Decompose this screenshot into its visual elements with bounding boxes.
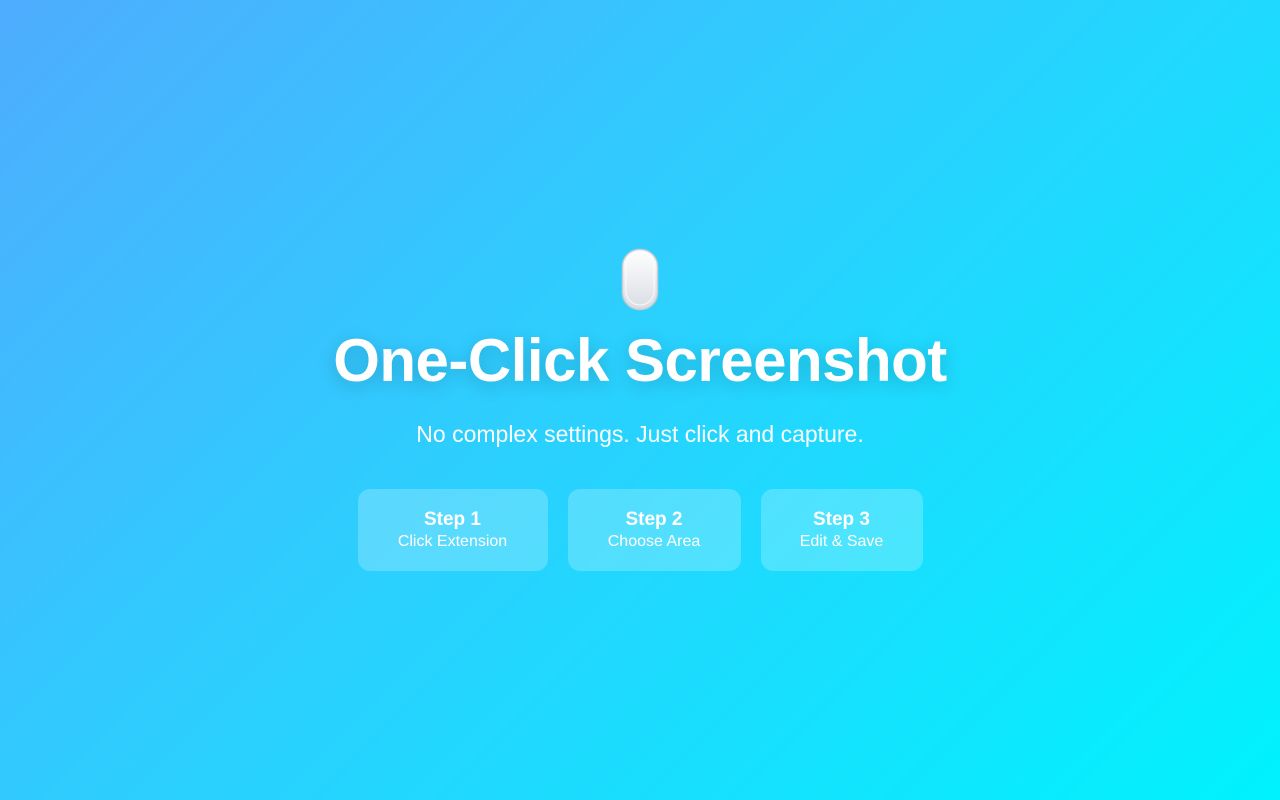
step-title: Step 3 bbox=[812, 508, 871, 530]
step-description: Edit & Save bbox=[799, 532, 884, 550]
page-subtitle: No complex settings. Just click and capt… bbox=[416, 421, 864, 447]
step-card-1: Step 1 Click Extension bbox=[357, 489, 548, 571]
step-description: Click Extension bbox=[397, 532, 508, 550]
step-description: Choose Area bbox=[607, 532, 701, 550]
steps-list: Step 1 Click Extension Step 2 Choose Are… bbox=[357, 489, 923, 571]
step-card-2: Step 2 Choose Area bbox=[567, 489, 741, 571]
hero-section: One-Click Screenshot No complex settings… bbox=[0, 0, 1280, 800]
page-title: One-Click Screenshot bbox=[333, 327, 947, 394]
mouse-icon bbox=[621, 248, 659, 311]
step-title: Step 2 bbox=[625, 508, 683, 530]
step-title: Step 1 bbox=[423, 508, 482, 530]
step-card-3: Step 3 Edit & Save bbox=[760, 489, 923, 571]
